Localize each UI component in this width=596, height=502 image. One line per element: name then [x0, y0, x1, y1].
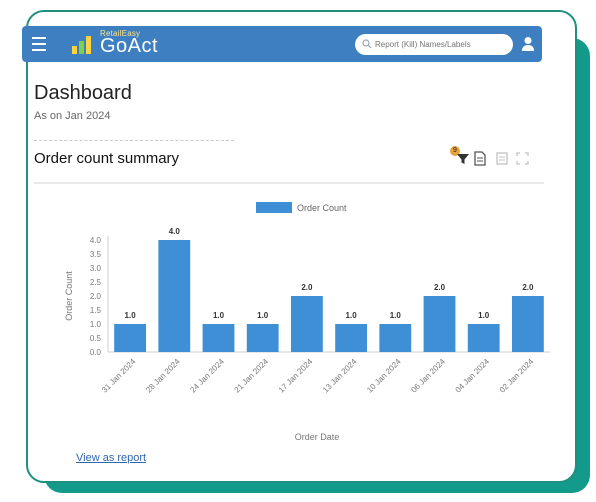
bar-value-label: 2.0: [522, 283, 534, 292]
bar-value-label: 1.0: [390, 311, 402, 320]
bar: [202, 324, 235, 352]
x-tick-label: 10 Jan 2024: [365, 357, 403, 395]
bar-value-label: 2.0: [301, 283, 313, 292]
bar: [290, 296, 323, 352]
x-tick-label: 28 Jan 2024: [144, 357, 182, 395]
y-tick-label: 1.5: [90, 306, 102, 315]
y-tick-label: 4.0: [90, 236, 102, 245]
bar: [511, 296, 544, 352]
legend-label: Order Count: [297, 203, 347, 213]
x-tick-label: 17 Jan 2024: [277, 357, 315, 395]
bar-value-label: 4.0: [169, 227, 181, 236]
y-tick-label: 2.0: [90, 292, 102, 301]
y-tick-label: 1.0: [90, 320, 102, 329]
bar-value-label: 1.0: [257, 311, 269, 320]
bar-value-label: 2.0: [434, 283, 446, 292]
x-tick-label: 21 Jan 2024: [233, 357, 271, 395]
y-tick-label: 3.5: [90, 250, 102, 259]
legend-swatch: [256, 202, 292, 213]
bar-value-label: 1.0: [125, 311, 137, 320]
x-tick-label: 24 Jan 2024: [188, 357, 226, 395]
bar: [467, 324, 500, 352]
y-axis-title: Order Count: [64, 271, 74, 321]
bar: [246, 324, 279, 352]
bar: [379, 324, 412, 352]
bar: [158, 240, 191, 352]
x-axis-title: Order Date: [295, 432, 340, 442]
y-tick-label: 0.5: [90, 334, 102, 343]
bar-value-label: 1.0: [213, 311, 225, 320]
y-tick-label: 2.5: [90, 278, 102, 287]
x-tick-label: 04 Jan 2024: [454, 357, 492, 395]
x-tick-label: 02 Jan 2024: [498, 357, 536, 395]
x-tick-label: 31 Jan 2024: [100, 357, 138, 395]
bar: [335, 324, 368, 352]
bar-value-label: 1.0: [478, 311, 490, 320]
x-tick-label: 13 Jan 2024: [321, 357, 359, 395]
bar: [423, 296, 456, 352]
view-as-report-link[interactable]: View as report: [76, 452, 146, 464]
order-count-chart: Order Count 0.0 0.5 1.0 1.5 2.0 2.5 3.0 3.5 4.0 Or…: [64, 202, 550, 442]
y-tick-label: 3.0: [90, 264, 102, 273]
bar: [114, 324, 147, 352]
y-tick-label: 0.0: [90, 348, 102, 357]
bar-value-label: 1.0: [346, 311, 358, 320]
x-tick-label: 06 Jan 2024: [409, 357, 447, 395]
